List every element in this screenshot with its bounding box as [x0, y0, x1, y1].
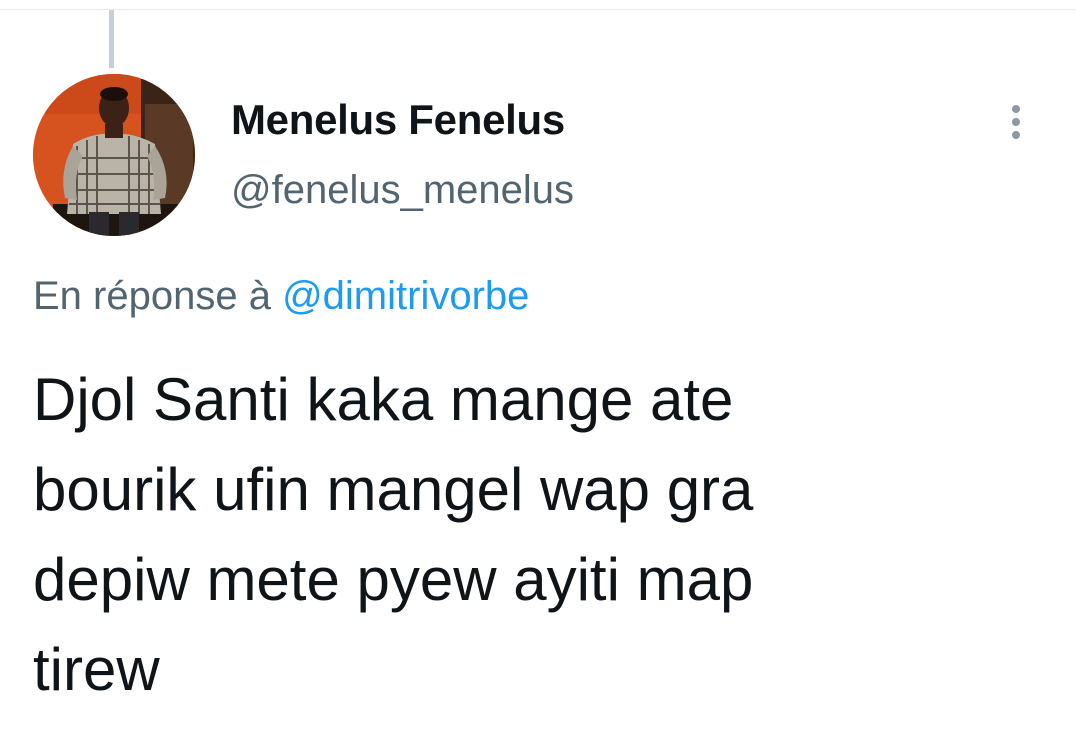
- author-handle[interactable]: @fenelus_menelus: [231, 168, 574, 213]
- more-vertical-icon: [1012, 131, 1020, 139]
- more-options-button[interactable]: [996, 96, 1036, 148]
- avatar-photo: [33, 74, 195, 236]
- tweet-detail: Menelus Fenelus @fenelus_menelus En répo…: [0, 0, 1076, 744]
- reply-context: En réponse à @dimitrivorbe: [33, 274, 529, 319]
- tweet-text-line: depiw mete pyew ayiti map: [33, 546, 754, 613]
- author-display-name[interactable]: Menelus Fenelus: [231, 96, 565, 144]
- more-vertical-icon: [1012, 118, 1020, 126]
- avatar[interactable]: [33, 74, 195, 236]
- reply-mention-link[interactable]: @dimitrivorbe: [282, 274, 529, 318]
- more-vertical-icon: [1012, 105, 1020, 113]
- thread-connector-line: [109, 10, 114, 68]
- tweet-text: Djol Santi kaka mange ate bourik ufin ma…: [33, 355, 1023, 715]
- divider: [0, 9, 1076, 10]
- tweet-text-line: bourik ufin mangel wap gra: [33, 456, 754, 523]
- tweet-text-line: tirew: [33, 636, 160, 703]
- tweet-text-line: Djol Santi kaka mange ate: [33, 366, 734, 433]
- reply-prefix: En réponse à: [33, 274, 283, 318]
